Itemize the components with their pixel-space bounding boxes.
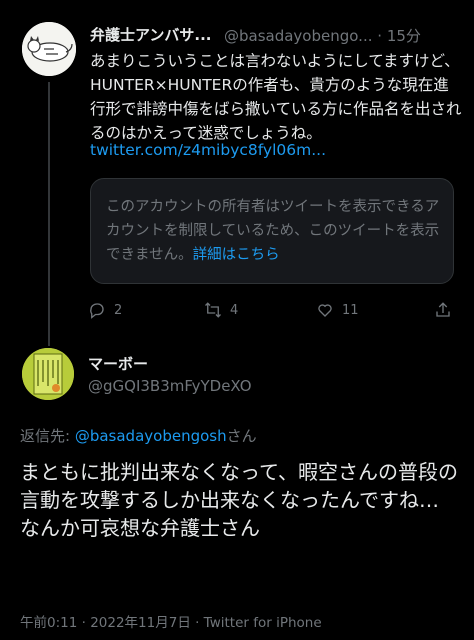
handle-and-time: @basadayobengo... · 15分 (224, 25, 421, 46)
avatar[interactable] (22, 348, 74, 400)
tweet-actions: 2 4 11 (88, 301, 458, 323)
reply-icon (90, 303, 104, 319)
reply-button[interactable]: 2 (88, 301, 122, 319)
reply-count: 2 (114, 302, 123, 318)
tweet-link[interactable]: twitter.com/z4mibyc8fyl06m... (90, 141, 326, 159)
display-name[interactable]: マーボー (88, 353, 148, 374)
avatar-cat-image (22, 22, 76, 76)
retweet-icon (205, 302, 221, 318)
quote-notice: このアカウントの所有者はツイートを表示できるアカウントを制限しているため、このツ… (106, 195, 446, 267)
tweet-metadata: 午前0:11 · 2022年11月7日 · Twitter for iPhone (20, 615, 322, 631)
replying-to-suffix: さん (226, 427, 257, 445)
thread-line (48, 82, 50, 346)
replying-to-handle[interactable]: @basadayobengosh (75, 427, 227, 445)
learn-more-link[interactable]: 詳細はこちら (193, 247, 280, 263)
tweet-text: まともに批判出来なくなって、暇空さんの普段の言動を攻撃するしか出来なくなったんで… (20, 460, 458, 540)
separator: · (377, 27, 383, 45)
heart-icon (318, 304, 332, 317)
avatar-book-image (22, 348, 74, 400)
like-button[interactable]: 11 (316, 301, 359, 319)
timestamp[interactable]: 15分 (387, 27, 421, 45)
replying-to-label: 返信先: (20, 427, 75, 445)
share-button[interactable] (434, 301, 452, 319)
avatar[interactable] (22, 22, 76, 76)
share-icon (436, 302, 450, 317)
tweet-text: あまりこういうことは言わないようにしてますけど、HUNTER×HUNTERの作者… (90, 52, 462, 142)
display-name[interactable]: 弁護士アンバサ... (90, 24, 212, 45)
like-count: 11 (342, 302, 359, 318)
retweet-button[interactable]: 4 (204, 301, 238, 319)
retweet-count: 4 (230, 302, 239, 318)
replying-to: 返信先: @basadayobengoshさん (20, 425, 257, 446)
handle[interactable]: @gGQI3B3mFyYDeXO (88, 377, 252, 395)
handle[interactable]: @basadayobengo... (224, 27, 372, 45)
